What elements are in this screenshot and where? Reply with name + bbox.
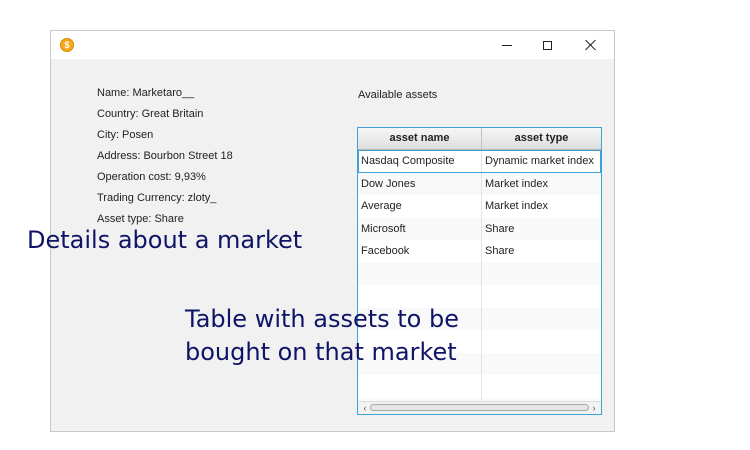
minimize-button[interactable] — [485, 31, 529, 59]
market-trading-currency: Trading Currency: zloty_ — [97, 192, 217, 204]
asset-type-cell — [482, 353, 601, 376]
scroll-right-icon[interactable]: › — [589, 403, 599, 413]
table-header: asset name asset type — [358, 128, 601, 150]
table-row[interactable] — [358, 262, 601, 286]
asset-type-cell — [482, 375, 601, 398]
table-row[interactable]: Facebook Share — [358, 240, 601, 263]
market-address: Address: Bourbon Street 18 — [97, 150, 233, 162]
market-city: City: Posen — [97, 129, 154, 141]
market-name: Name: Marketaro__ — [97, 87, 195, 99]
table-row[interactable]: Nasdaq Composite Dynamic market index — [358, 150, 601, 173]
asset-name-cell — [358, 262, 482, 285]
title-bar: $ — [51, 31, 614, 59]
minimize-icon — [502, 44, 512, 46]
asset-name-cell: Dow Jones — [358, 172, 482, 195]
column-header-asset-name[interactable]: asset name — [358, 128, 482, 149]
close-icon — [585, 39, 597, 51]
table-row[interactable]: Average Market index — [358, 195, 601, 218]
asset-type-cell — [482, 330, 601, 353]
horizontal-scrollbar[interactable]: ‹ › — [358, 401, 601, 414]
asset-name-cell: Facebook — [358, 240, 482, 263]
table-row[interactable]: Dow Jones Market index — [358, 172, 601, 195]
table-caption: Table with assets to be bought on that m… — [185, 303, 459, 369]
asset-type-cell: Market index — [485, 200, 548, 212]
market-details: Name: Marketaro__ Country: Great Britain… — [97, 83, 233, 230]
asset-type-cell: Share — [485, 245, 515, 257]
table-caption-line-2: bought on that market — [185, 338, 457, 366]
asset-type-cell: Market index — [485, 177, 548, 190]
market-country: Country: Great Britain — [97, 108, 204, 120]
asset-type-cell — [482, 285, 601, 308]
table-row[interactable]: Microsoft Share — [358, 217, 601, 240]
maximize-icon — [542, 40, 552, 50]
scrollbar-thumb[interactable] — [370, 404, 589, 411]
assets-table[interactable]: asset name asset type Nasdaq Composite Dy… — [357, 127, 602, 415]
scroll-left-icon[interactable]: ‹ — [360, 403, 370, 413]
asset-name-cell: Microsoft — [358, 217, 482, 240]
asset-name-cell — [358, 375, 482, 398]
asset-name-cell: Average — [358, 195, 482, 218]
asset-type-cell: Share — [485, 222, 515, 235]
asset-type-cell — [482, 308, 601, 331]
table-caption-line-1: Table with assets to be — [185, 305, 459, 333]
asset-type-cell — [482, 263, 601, 286]
asset-name-cell: Nasdaq Composite — [358, 150, 482, 173]
column-header-asset-type[interactable]: asset type — [482, 128, 601, 149]
available-assets-label: Available assets — [358, 89, 438, 101]
asset-type-cell: Dynamic market index — [485, 155, 594, 167]
table-row[interactable] — [358, 375, 601, 398]
close-button[interactable] — [569, 31, 613, 59]
coin-icon: $ — [60, 38, 74, 52]
table-body: Nasdaq Composite Dynamic market index Dow … — [358, 150, 601, 414]
market-operation-cost: Operation cost: 9,93% — [97, 171, 206, 183]
maximize-button[interactable] — [525, 31, 569, 59]
details-caption: Details about a market — [27, 226, 303, 254]
